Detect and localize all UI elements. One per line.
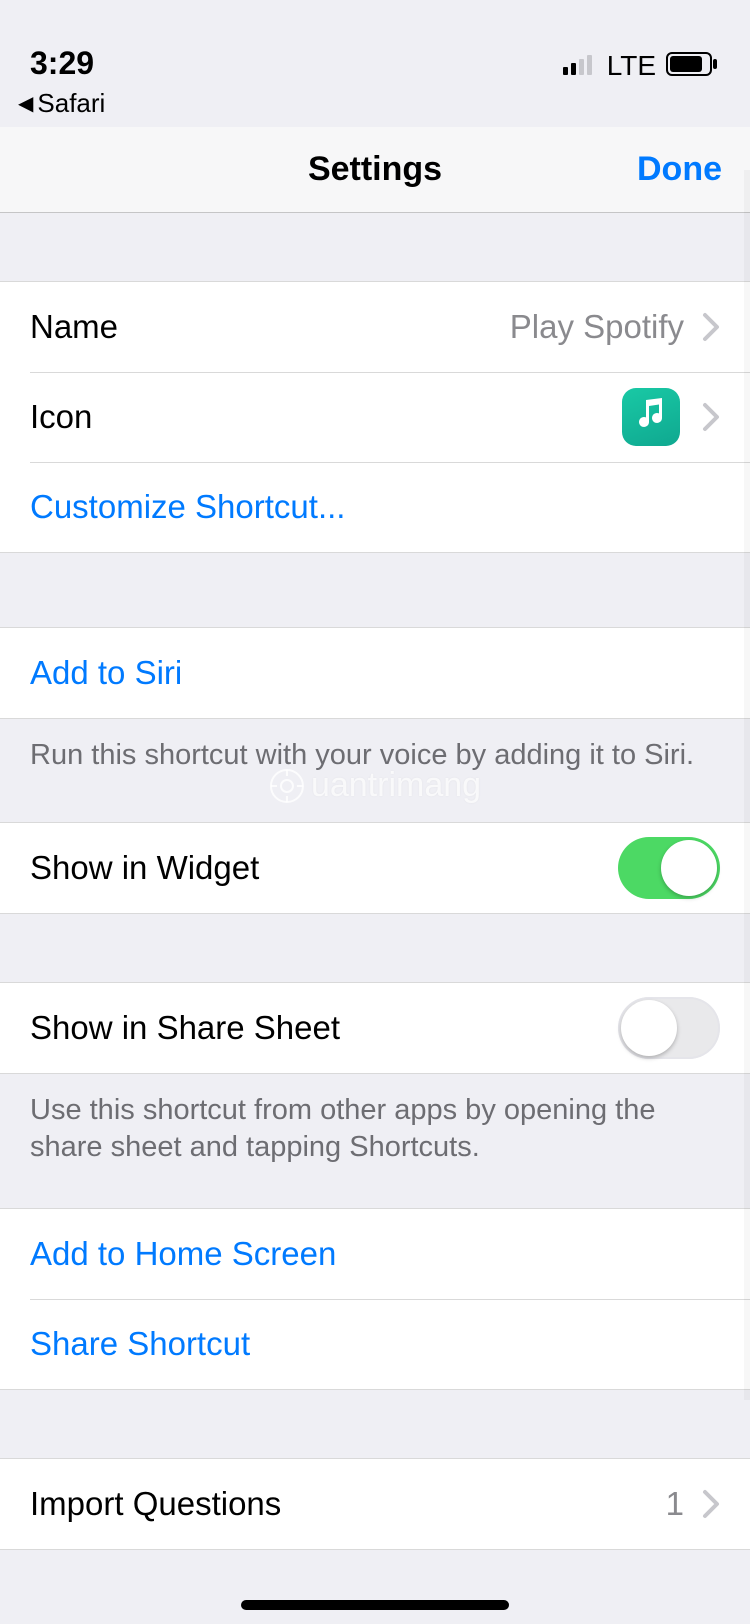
share-footer-text: Use this shortcut from other apps by ope… — [0, 1074, 750, 1190]
row-show-widget-label: Show in Widget — [30, 849, 618, 887]
row-add-siri[interactable]: Add to Siri — [0, 628, 750, 718]
row-import-count: 1 — [666, 1485, 684, 1523]
home-indicator[interactable] — [241, 1600, 509, 1610]
group-actions: Add to Home Screen Share Shortcut — [0, 1208, 750, 1390]
row-customize-label: Customize Shortcut... — [30, 488, 345, 526]
shortcut-icon-preview — [622, 388, 680, 446]
back-app-label: Safari — [37, 88, 105, 119]
nav-bar: Settings Done — [0, 127, 750, 213]
section-spacer — [0, 213, 750, 281]
group-import: Import Questions 1 — [0, 1458, 750, 1550]
chevron-right-icon — [702, 1489, 720, 1519]
row-add-siri-label: Add to Siri — [30, 654, 182, 692]
back-to-app[interactable]: ◀ Safari — [0, 88, 750, 127]
done-button[interactable]: Done — [637, 150, 722, 189]
row-share-shortcut-label: Share Shortcut — [30, 1325, 250, 1363]
row-show-widget[interactable]: Show in Widget — [0, 823, 750, 913]
row-customize[interactable]: Customize Shortcut... — [0, 462, 750, 552]
row-icon-label: Icon — [30, 398, 622, 436]
group-general: Name Play Spotify Icon Customize Shortcu… — [0, 281, 750, 553]
row-name-value: Play Spotify — [510, 308, 684, 346]
toggle-show-widget[interactable] — [618, 837, 720, 899]
row-show-share[interactable]: Show in Share Sheet — [0, 983, 750, 1073]
row-import-questions[interactable]: Import Questions 1 — [0, 1459, 750, 1549]
group-widget: Show in Widget — [0, 822, 750, 914]
row-name[interactable]: Name Play Spotify — [0, 282, 750, 372]
row-icon[interactable]: Icon — [0, 372, 750, 462]
row-add-home[interactable]: Add to Home Screen — [0, 1209, 750, 1299]
siri-footer-text: Run this shortcut with your voice by add… — [0, 719, 750, 798]
toggle-show-share[interactable] — [618, 997, 720, 1059]
row-import-label: Import Questions — [30, 1485, 666, 1523]
section-spacer — [0, 914, 750, 982]
row-share-shortcut[interactable]: Share Shortcut — [0, 1299, 750, 1389]
status-time: 3:29 — [30, 45, 94, 82]
chevron-right-icon — [702, 402, 720, 432]
row-add-home-label: Add to Home Screen — [30, 1235, 336, 1273]
section-spacer — [0, 553, 750, 627]
scrollbar[interactable] — [744, 170, 750, 1400]
status-bar: 3:29 LTE — [0, 0, 750, 88]
network-label: LTE — [607, 50, 656, 82]
status-right: LTE — [563, 50, 720, 82]
cell-signal-icon — [563, 53, 597, 80]
back-triangle-icon: ◀ — [18, 91, 33, 116]
chevron-right-icon — [702, 312, 720, 342]
group-siri: Add to Siri — [0, 627, 750, 719]
battery-icon — [666, 52, 720, 81]
music-note-icon — [634, 396, 668, 438]
section-spacer — [0, 1390, 750, 1458]
row-show-share-label: Show in Share Sheet — [30, 1009, 618, 1047]
row-name-label: Name — [30, 308, 510, 346]
group-share-sheet: Show in Share Sheet — [0, 982, 750, 1074]
